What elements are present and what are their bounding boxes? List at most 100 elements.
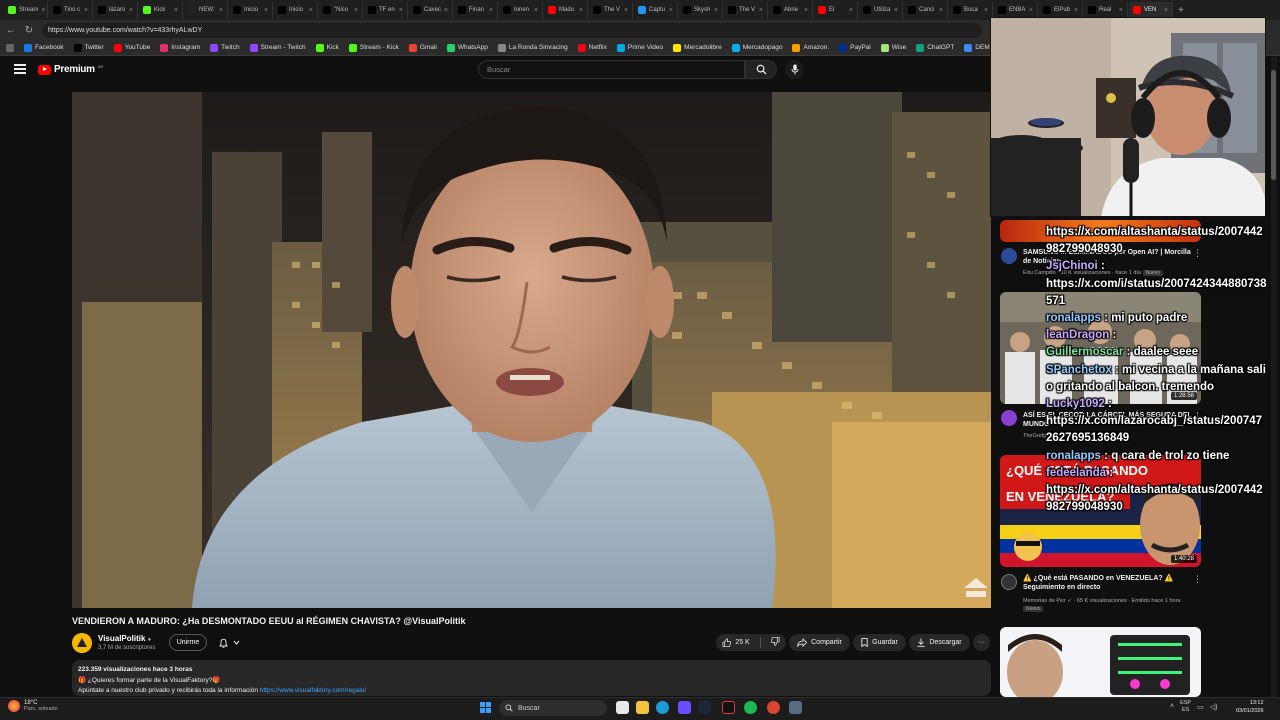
search-button[interactable]: [745, 60, 777, 79]
bookmark-item[interactable]: Netflix: [577, 43, 607, 52]
video-description[interactable]: 223.359 visualizaciones hace 3 horas 🎁 ¿…: [72, 660, 991, 696]
voice-search-button[interactable]: [785, 60, 804, 79]
tab-close-icon[interactable]: ×: [579, 7, 583, 14]
bookmarks-apps-icon[interactable]: [6, 43, 14, 52]
browser-tab[interactable]: Cavec ×: [409, 2, 453, 18]
volume-icon[interactable]: ◁): [1210, 703, 1218, 711]
bookmark-item[interactable]: Twitch: [210, 43, 240, 52]
save-button[interactable]: Guardar: [853, 634, 906, 651]
task-view-icon[interactable]: [616, 701, 629, 714]
bookmark-item[interactable]: WhatsApp: [446, 43, 488, 52]
tab-close-icon[interactable]: ×: [669, 7, 673, 14]
tab-close-icon[interactable]: ×: [1164, 7, 1168, 14]
bookmark-item[interactable]: Stream - Kick: [348, 43, 399, 52]
browser-tab[interactable]: Inicio ×: [274, 2, 318, 18]
steam-icon[interactable]: [698, 701, 711, 714]
new-tab-button[interactable]: +: [1178, 5, 1184, 16]
tab-close-icon[interactable]: ×: [399, 7, 403, 14]
bookmark-item[interactable]: Instagram: [160, 43, 200, 52]
browser-tab[interactable]: NEW: ×: [184, 2, 228, 18]
tab-close-icon[interactable]: ×: [894, 7, 898, 14]
bookmark-item[interactable]: La Ronda Simracing: [497, 43, 568, 52]
bookmark-item[interactable]: Twitter: [73, 43, 104, 52]
channel-avatar-small[interactable]: [1001, 410, 1017, 426]
tab-close-icon[interactable]: ×: [129, 7, 133, 14]
dislike-button[interactable]: [770, 637, 780, 648]
bookmark-item[interactable]: Wise: [880, 43, 906, 52]
tab-close-icon[interactable]: ×: [84, 7, 88, 14]
browser-tab[interactable]: Madu ×: [544, 2, 588, 18]
tab-close-icon[interactable]: ×: [41, 7, 45, 14]
tray-chevron-up-icon[interactable]: ˄: [1170, 703, 1174, 710]
browser-tab[interactable]: The V ×: [589, 2, 633, 18]
tab-close-icon[interactable]: ×: [1029, 7, 1033, 14]
channel-avatar[interactable]: [72, 633, 92, 653]
settings-gear-icon[interactable]: [789, 701, 802, 714]
back-icon[interactable]: ←: [6, 25, 16, 36]
tab-close-icon[interactable]: ×: [489, 7, 493, 14]
network-icon[interactable]: ▭: [1197, 703, 1204, 711]
browser-tab[interactable]: Kick ×: [139, 2, 183, 18]
video-player[interactable]: [72, 92, 991, 608]
tab-close-icon[interactable]: ×: [1119, 7, 1123, 14]
browser-tab[interactable]: El ×: [814, 2, 858, 18]
tab-close-icon[interactable]: ×: [309, 7, 313, 14]
browser-tab[interactable]: ElPub ×: [1039, 2, 1083, 18]
browser-tab[interactable]: Stream ×: [4, 2, 48, 18]
spotify-icon[interactable]: [744, 701, 757, 714]
system-clock[interactable]: 13:12 03/01/2026: [1236, 700, 1264, 715]
tab-close-icon[interactable]: ×: [804, 7, 808, 14]
tab-close-icon[interactable]: ×: [264, 7, 268, 14]
bookmark-item[interactable]: PayPal: [839, 43, 871, 52]
join-button[interactable]: Unirme: [169, 634, 207, 651]
more-actions-button[interactable]: ···: [973, 634, 990, 651]
bookmark-item[interactable]: Amazon.: [792, 43, 829, 52]
recommendation-title[interactable]: ⚠️ ¿Qué está PASANDO en VENEZUELA? ⚠️ Se…: [1023, 574, 1193, 592]
tab-close-icon[interactable]: ×: [759, 7, 763, 14]
taskbar-search[interactable]: Buscar: [499, 700, 607, 716]
edge-browser-icon[interactable]: [656, 701, 669, 714]
browser-tab[interactable]: Tino c ×: [49, 2, 93, 18]
app-icon[interactable]: [722, 701, 735, 714]
recommendation-menu-icon[interactable]: ⋮: [1193, 574, 1202, 585]
bookmark-item[interactable]: Facebook: [24, 43, 64, 52]
windows-start-icon[interactable]: [480, 702, 491, 713]
like-button[interactable]: 25 K: [722, 638, 750, 647]
browser-tab[interactable]: TF en ×: [364, 2, 408, 18]
tab-close-icon[interactable]: ×: [624, 7, 628, 14]
search-input[interactable]: Buscar: [478, 60, 745, 79]
file-explorer-icon[interactable]: [636, 701, 649, 714]
browser-tab[interactable]: VEN ×: [1129, 2, 1173, 18]
hamburger-menu-icon[interactable]: [14, 64, 26, 74]
description-link[interactable]: https://www.visualfaktory.com/regalo/: [260, 687, 366, 694]
discord-icon[interactable]: [678, 701, 691, 714]
browser-tab[interactable]: Skysh ×: [679, 2, 723, 18]
browser-tab[interactable]: Utiliza ×: [859, 2, 903, 18]
browser-tab[interactable]: "Nico ×: [319, 2, 363, 18]
bookmark-item[interactable]: Mercadolibre: [673, 43, 722, 52]
youtube-logo[interactable]: Premium AR: [38, 64, 103, 75]
browser-tab[interactable]: Boca ×: [949, 2, 993, 18]
bookmark-item[interactable]: Stream - Twitch: [249, 43, 306, 52]
tab-close-icon[interactable]: ×: [849, 7, 853, 14]
bookmark-item[interactable]: Kick: [315, 43, 339, 52]
tab-close-icon[interactable]: ×: [174, 7, 178, 14]
channel-name[interactable]: VisualPolitik ●: [98, 634, 151, 643]
scrollbar-thumb[interactable]: [1271, 70, 1276, 180]
browser-tab[interactable]: Abrie ×: [769, 2, 813, 18]
browser-tab[interactable]: lázaro ×: [94, 2, 138, 18]
bookmark-item[interactable]: ChatGPT: [916, 43, 954, 52]
weather-widget[interactable]: 18°C Parc. soleado: [8, 700, 58, 712]
bookmark-item[interactable]: YouTube: [113, 43, 150, 52]
tab-close-icon[interactable]: ×: [354, 7, 358, 14]
tab-close-icon[interactable]: ×: [939, 7, 943, 14]
reload-icon[interactable]: ↻: [24, 25, 34, 36]
browser-tab[interactable]: Captu ×: [634, 2, 678, 18]
download-button[interactable]: Descargar: [909, 634, 970, 651]
browser-tab[interactable]: Real ×: [1084, 2, 1128, 18]
bookmark-item[interactable]: Gmail: [408, 43, 437, 52]
channel-avatar-small[interactable]: [1001, 574, 1017, 590]
browser-tab[interactable]: Finan ×: [454, 2, 498, 18]
tab-close-icon[interactable]: ×: [219, 7, 223, 14]
tab-close-icon[interactable]: ×: [534, 7, 538, 14]
